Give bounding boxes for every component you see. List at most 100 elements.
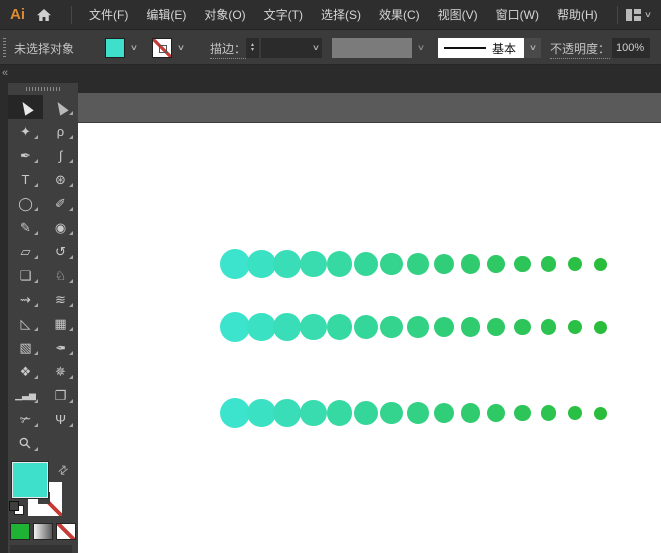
menu-file[interactable]: 文件(F) [80, 6, 137, 23]
default-fill-stroke-icon[interactable] [9, 501, 24, 515]
color-mode-button[interactable] [10, 523, 30, 540]
fill-color-indicator[interactable] [11, 461, 49, 499]
artwork-dot[interactable] [220, 312, 250, 342]
opacity-input[interactable]: 100% [612, 38, 650, 58]
stroke-weight-label[interactable]: 描边： [210, 40, 247, 59]
artwork-dot[interactable] [353, 315, 378, 339]
rotate-tool[interactable]: ↺ [43, 239, 78, 263]
fill-swatch-dropdown[interactable]: ∨ [127, 38, 141, 58]
magic-wand-tool[interactable]: ✦ [8, 119, 43, 143]
zoom-tool[interactable]: ⚲ [8, 431, 43, 455]
blend-tool[interactable]: ❖ [8, 359, 43, 383]
artwork-dot[interactable] [567, 256, 582, 272]
fill-swatch[interactable] [105, 38, 125, 58]
artwork-dot[interactable] [460, 317, 480, 337]
artwork-dot[interactable] [326, 314, 353, 340]
menu-object[interactable]: 对象(O) [195, 6, 254, 23]
artwork-dot[interactable] [567, 405, 582, 421]
scale-tool[interactable]: ❏ [8, 263, 43, 287]
artwork-dot[interactable] [246, 249, 276, 279]
artwork-dot[interactable] [514, 255, 531, 273]
direct-selection-tool[interactable] [43, 95, 78, 119]
chevron-down-icon: ∨ [643, 9, 653, 19]
artwork-dot[interactable] [220, 398, 250, 428]
menu-select[interactable]: 选择(S) [312, 6, 370, 23]
stroke-swatch-dropdown[interactable]: ∨ [174, 38, 188, 58]
artwork-dot[interactable] [594, 406, 608, 420]
artwork-dot[interactable] [540, 256, 557, 272]
eraser-tool[interactable]: ▱ [8, 239, 43, 263]
artwork-dot[interactable] [514, 404, 531, 422]
artwork-dot[interactable] [407, 402, 429, 424]
pen-tool[interactable]: ✒ [8, 143, 43, 167]
menu-help[interactable]: 帮助(H) [548, 6, 607, 23]
gradient-tool[interactable]: ▧ [8, 335, 43, 359]
artboard-tool[interactable]: ❐ [43, 383, 78, 407]
panel-grip[interactable] [3, 38, 6, 58]
artwork-dot[interactable] [540, 319, 557, 335]
stroke-swatch[interactable] [152, 38, 172, 58]
draw-mode-bar[interactable] [10, 545, 72, 553]
paintbrush-tool[interactable]: ✐ [43, 191, 78, 215]
artwork-dot[interactable] [540, 405, 557, 421]
artwork-dot[interactable] [300, 399, 327, 427]
menu-edit[interactable]: 编辑(E) [137, 6, 195, 23]
selection-tool[interactable] [8, 95, 43, 119]
ellipse-tool[interactable]: ◯ [8, 191, 43, 215]
artwork-dot[interactable] [246, 398, 276, 428]
artwork-dot[interactable] [594, 320, 608, 334]
lasso-tool[interactable]: ρ [43, 119, 78, 143]
slice-tool[interactable]: ✃ [8, 407, 43, 431]
artwork-dot[interactable] [300, 250, 327, 278]
perspective-grid-tool[interactable]: ◺ [8, 311, 43, 335]
column-graph-tool[interactable]: ▁▃▅ [8, 383, 43, 407]
artwork-dot[interactable] [407, 253, 429, 275]
artwork-dot[interactable] [326, 251, 353, 277]
swap-fill-stroke-icon[interactable]: ⇄ [55, 461, 72, 478]
artwork-dot[interactable] [353, 252, 378, 276]
collapse-panel-icon[interactable]: « [2, 67, 8, 79]
none-mode-button[interactable] [56, 523, 76, 540]
stroke-weight-stepper[interactable]: ▴ ▾ [246, 38, 259, 58]
menu-view[interactable]: 视图(V) [429, 6, 487, 23]
artwork-dot[interactable] [460, 254, 480, 274]
pencil-tool[interactable]: ✎ [8, 215, 43, 239]
artwork-dot[interactable] [300, 313, 327, 341]
artwork-dot[interactable] [594, 257, 608, 271]
artwork-dot[interactable] [353, 401, 378, 425]
artwork-dot[interactable] [514, 318, 531, 336]
artwork-dot[interactable] [567, 319, 582, 335]
stepper-down-icon[interactable]: ▾ [251, 47, 254, 53]
shaper-tool[interactable]: ⊛ [43, 167, 78, 191]
variable-width-profile-chevron[interactable]: ∨ [524, 38, 541, 58]
menu-type[interactable]: 文字(T) [255, 6, 312, 23]
mesh-tool[interactable]: ▦ [43, 311, 78, 335]
variable-width-profile[interactable]: 基本 [438, 38, 524, 58]
artwork-dot[interactable] [273, 399, 302, 427]
menu-effect[interactable]: 效果(C) [370, 6, 429, 23]
symbol-sprayer-tool[interactable]: ✵ [43, 359, 78, 383]
artwork-dot[interactable] [460, 403, 480, 423]
type-tool[interactable]: T [8, 167, 43, 191]
opacity-label[interactable]: 不透明度： [550, 40, 611, 59]
artwork-dot[interactable] [273, 313, 302, 341]
twirl-tool[interactable]: ◉ [43, 215, 78, 239]
eyedropper-tool[interactable]: ✒ [43, 335, 78, 359]
curvature-tool[interactable]: ∫ [43, 143, 78, 167]
menu-window[interactable]: 窗口(W) [487, 6, 548, 23]
toolbar-drag-handle[interactable] [26, 87, 60, 91]
artwork-dot[interactable] [220, 249, 250, 279]
artwork-dot[interactable] [246, 312, 276, 342]
hand-tool[interactable]: Ψ [43, 407, 78, 431]
zoom-tool-icon: ⚲ [15, 433, 36, 453]
workspace-switcher[interactable]: ∨ [609, 5, 661, 24]
artwork-dot[interactable] [326, 400, 353, 426]
width-tool[interactable]: ⇝ [8, 287, 43, 311]
artwork-dot[interactable] [273, 250, 302, 278]
artwork-dot[interactable] [407, 316, 429, 338]
puppet-warp-tool[interactable]: ♘ [43, 263, 78, 287]
stroke-weight-input[interactable]: ∨ [261, 38, 322, 58]
home-icon[interactable] [35, 7, 53, 23]
gradient-mode-button[interactable] [33, 523, 53, 540]
warp-tool[interactable]: ≋ [43, 287, 78, 311]
